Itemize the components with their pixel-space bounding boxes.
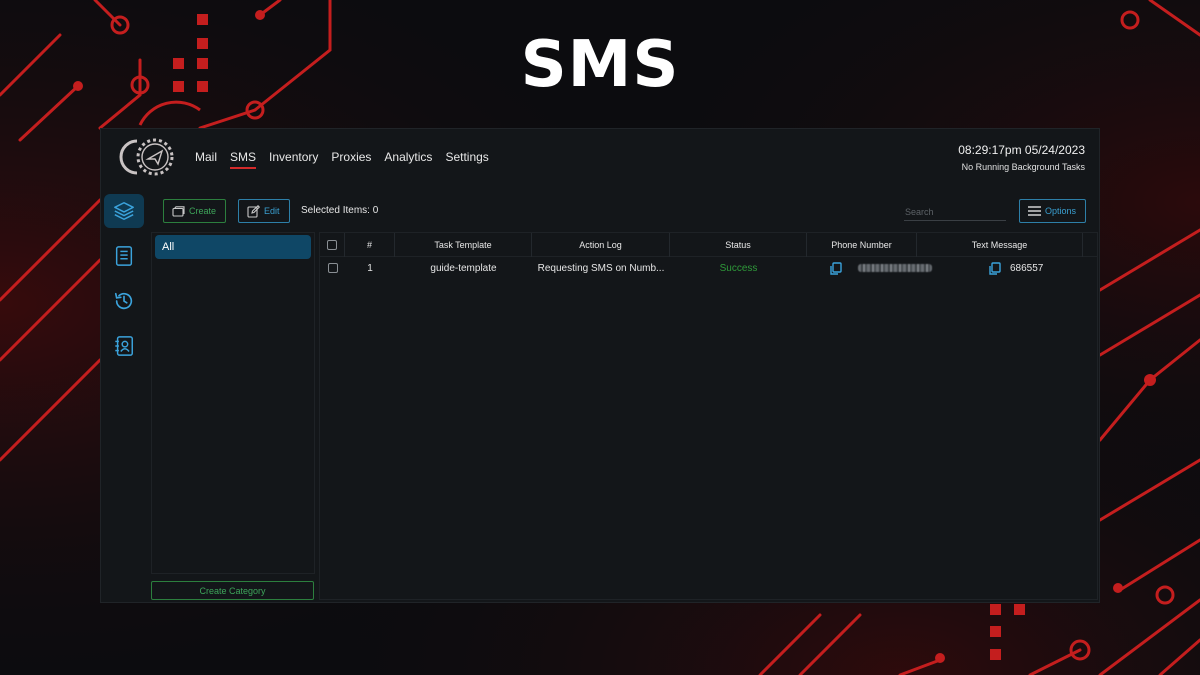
nav-mail[interactable]: Mail: [195, 150, 217, 169]
row-checkbox[interactable]: [327, 263, 338, 273]
nav-settings[interactable]: Settings: [445, 150, 488, 169]
search-input[interactable]: [904, 204, 1006, 221]
notebook-icon: [115, 246, 133, 266]
menu-icon: [1028, 206, 1041, 216]
col-phone-number[interactable]: Phone Number: [807, 233, 917, 257]
clock-time: 08:29:17pm 05/24/2023: [958, 143, 1085, 157]
col-text-message[interactable]: Text Message: [917, 233, 1083, 257]
text-message-value: 686557: [1010, 262, 1044, 274]
task-table: # Task Template Action Log Status Phone …: [319, 232, 1098, 600]
app-logo: [119, 138, 174, 176]
card-icon: [172, 205, 185, 217]
col-task-template[interactable]: Task Template: [395, 233, 532, 257]
sidebar-history-button[interactable]: [104, 284, 144, 318]
sidebar-tasks-button[interactable]: [104, 194, 144, 228]
edit-button[interactable]: Edit: [238, 199, 290, 223]
layers-icon: [114, 202, 134, 220]
nav-proxies[interactable]: Proxies: [331, 150, 371, 169]
row-index: 1: [367, 262, 373, 274]
contacts-icon: [115, 336, 133, 356]
create-button-label: Create: [189, 206, 217, 216]
options-button-label: Options: [1045, 206, 1077, 216]
category-panel: All: [151, 232, 315, 574]
nav-sms[interactable]: SMS: [230, 150, 257, 169]
sidebar-log-button[interactable]: [104, 239, 144, 273]
row-select-cell: [320, 257, 345, 279]
create-button[interactable]: Create: [163, 199, 226, 223]
main-nav: Mail SMS Inventory Proxies Analytics Set…: [195, 150, 502, 169]
sidebar-contacts-button[interactable]: [104, 329, 144, 363]
select-all-checkbox[interactable]: [327, 240, 337, 250]
row-text-message: 686557: [917, 257, 1083, 279]
background-task-status: No Running Background Tasks: [961, 162, 1085, 172]
copy-message-icon[interactable]: [988, 261, 1001, 275]
col-index[interactable]: #: [345, 233, 395, 257]
edit-button-label: Edit: [264, 206, 280, 216]
edit-icon: [247, 204, 260, 218]
copy-phone-icon[interactable]: [829, 261, 842, 275]
col-status[interactable]: Status: [670, 233, 807, 257]
nav-inventory[interactable]: Inventory: [269, 150, 318, 169]
options-button[interactable]: Options: [1019, 199, 1086, 223]
col-action-log[interactable]: Action Log: [532, 233, 670, 257]
selected-items-count: Selected Items: 0: [301, 205, 379, 216]
row-status: Success: [719, 262, 758, 274]
app-window: Mail SMS Inventory Proxies Analytics Set…: [100, 128, 1100, 603]
create-category-button[interactable]: Create Category: [151, 581, 314, 600]
select-all-cell: [320, 233, 345, 257]
category-item-all[interactable]: All: [155, 235, 311, 259]
row-action-log: Requesting SMS on Numb...: [537, 262, 665, 274]
page-heading: SMS: [520, 28, 680, 102]
table-header: # Task Template Action Log Status Phone …: [320, 233, 1097, 257]
status-area: 08:29:17pm 05/24/2023 No Running Backgro…: [958, 143, 1085, 172]
row-task-template: guide-template: [430, 262, 497, 274]
nav-analytics[interactable]: Analytics: [384, 150, 432, 169]
history-icon: [114, 292, 133, 310]
